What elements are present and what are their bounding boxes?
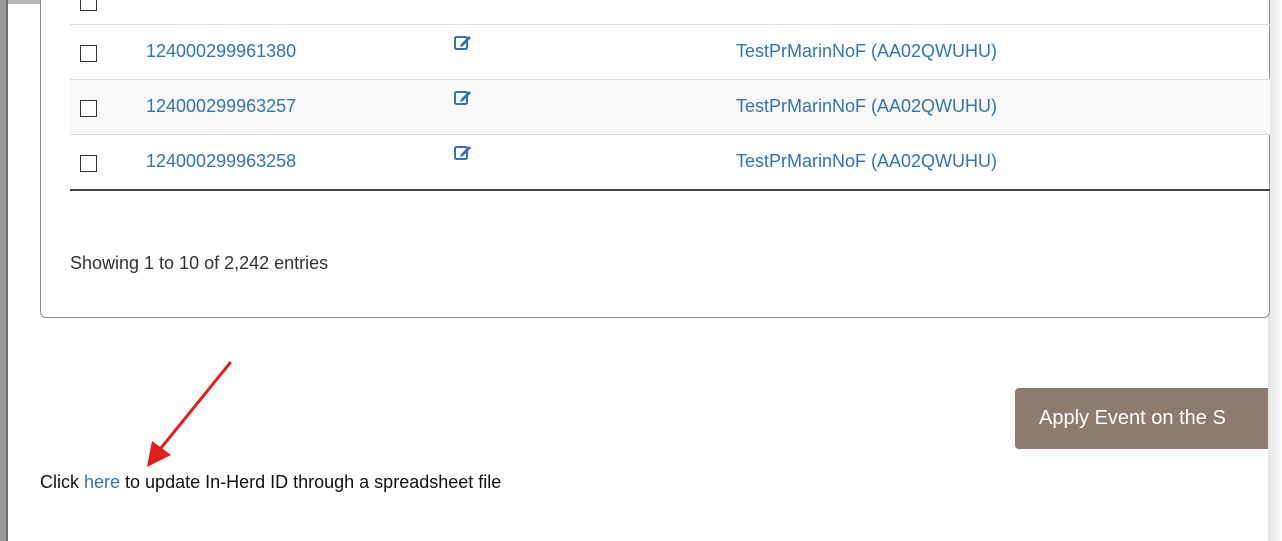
- edit-icon[interactable]: [454, 143, 472, 161]
- animal-id-link[interactable]: 124000299961380: [146, 41, 296, 62]
- note-suffix: to update In-Herd ID through a spreadshe…: [120, 472, 502, 492]
- row-checkbox[interactable]: [80, 155, 97, 172]
- table-row-partial: [70, 0, 1270, 25]
- row-checkbox[interactable]: [80, 0, 97, 11]
- animal-id-link[interactable]: 124000299963257: [146, 96, 296, 117]
- edit-icon[interactable]: [454, 88, 472, 106]
- entries-info: Showing 1 to 10 of 2,242 entries: [70, 253, 329, 273]
- table-row: 124000299963258 TestPrMarinNoF (AA02QWUH…: [70, 135, 1270, 191]
- spreadsheet-update-note: Click here to update In-Herd ID through …: [40, 472, 501, 493]
- owner-name-link[interactable]: TestPrMarinNoF (AA02QWUHU): [736, 41, 997, 62]
- note-prefix: Click: [40, 472, 84, 492]
- animal-id-link[interactable]: 124000299963258: [146, 151, 296, 172]
- window-right-shadow: [1268, 0, 1282, 541]
- spreadsheet-upload-link[interactable]: here: [84, 472, 120, 492]
- table-row: 124000299961380 TestPrMarinNoF (AA02QWUH…: [70, 25, 1270, 80]
- owner-name-link[interactable]: TestPrMarinNoF (AA02QWUHU): [736, 151, 997, 172]
- results-table: 124000299961380 TestPrMarinNoF (AA02QWUH…: [70, 0, 1270, 191]
- apply-event-button[interactable]: Apply Event on the S: [1015, 388, 1268, 449]
- row-checkbox[interactable]: [80, 45, 97, 62]
- owner-name-link[interactable]: TestPrMarinNoF (AA02QWUHU): [736, 96, 997, 117]
- table-row: 124000299963257 TestPrMarinNoF (AA02QWUH…: [70, 80, 1270, 135]
- edit-icon[interactable]: [454, 33, 472, 51]
- window-left-edge: [0, 0, 8, 541]
- row-checkbox[interactable]: [80, 100, 97, 117]
- annotation-arrow-icon: [147, 361, 232, 467]
